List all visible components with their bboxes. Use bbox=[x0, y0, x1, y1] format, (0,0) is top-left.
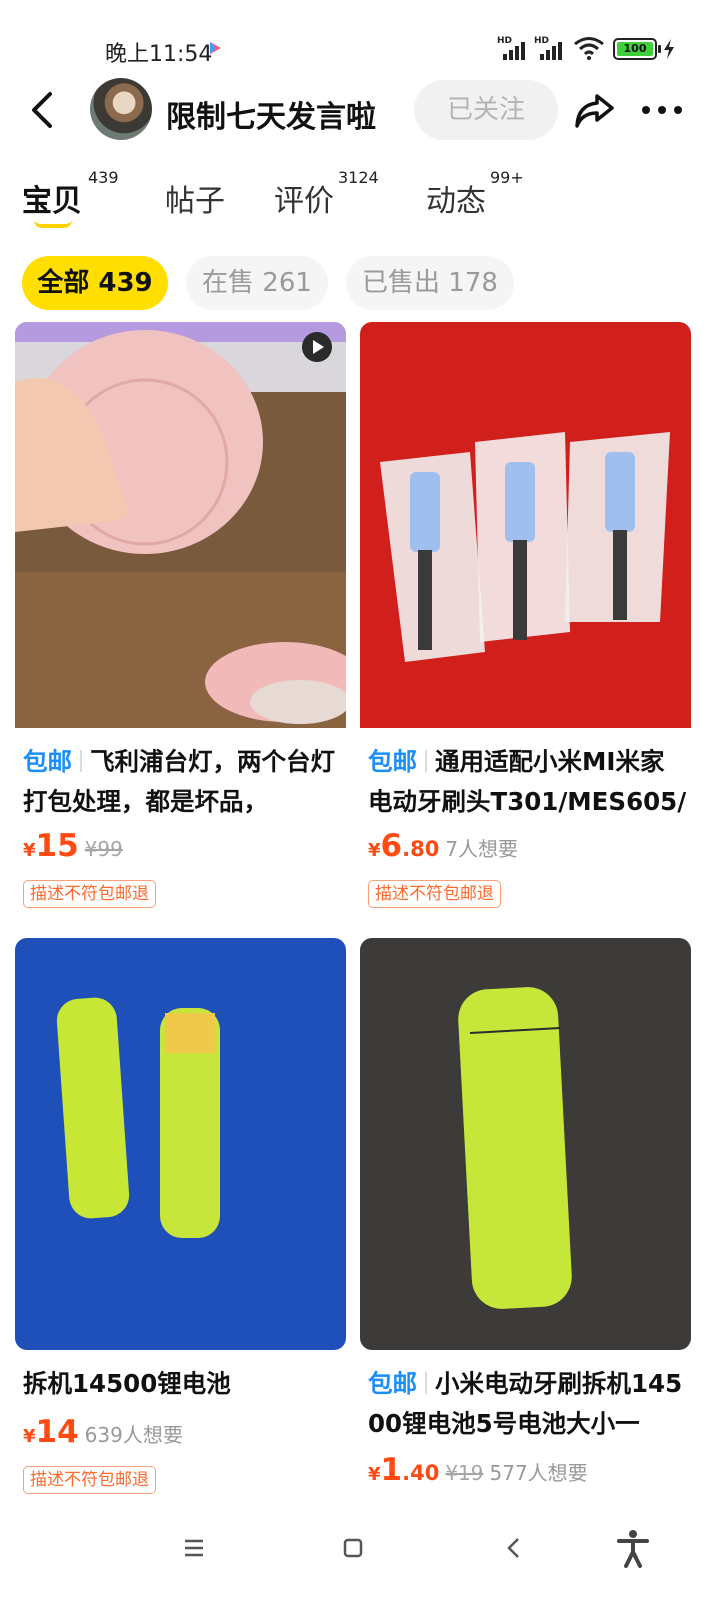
home-icon[interactable] bbox=[331, 1526, 375, 1570]
product-card[interactable]: 包邮 小米电动牙刷拆机14500锂电池5号电池大小一 ¥1.40 ¥19 577人想要 bbox=[360, 938, 691, 1498]
product-card[interactable]: 包邮 飞利浦台灯，两个台灯打包处理，都是坏品， ¥15 ¥99 描述不符包邮退 bbox=[15, 322, 346, 912]
tab-label: 动态 bbox=[426, 184, 486, 219]
price-value: 1 bbox=[380, 1452, 403, 1488]
wants-count: 639人想要 bbox=[84, 1423, 183, 1447]
filter-sold[interactable]: 已售出 178 bbox=[346, 256, 514, 310]
product-title[interactable]: 包邮 飞利浦台灯，两个台灯打包处理，都是坏品， bbox=[23, 742, 343, 822]
price-row: ¥15 ¥99 bbox=[23, 828, 123, 868]
product-image[interactable] bbox=[15, 322, 346, 728]
menu-icon[interactable] bbox=[172, 1526, 216, 1570]
status-time: 晚上11:54 bbox=[105, 42, 213, 67]
tab-activity[interactable]: 动态 99+ bbox=[426, 168, 524, 220]
product-photo bbox=[15, 938, 346, 1350]
product-image[interactable] bbox=[15, 938, 346, 1350]
battery-icon: 100 bbox=[613, 38, 661, 60]
video-play-icon bbox=[302, 332, 332, 362]
product-title[interactable]: 包邮 通用适配小米MI米家电动牙刷头T301/MES605/ bbox=[368, 742, 688, 822]
back-icon[interactable] bbox=[492, 1526, 536, 1570]
shop-header: 限制七天发言啦 已关注 bbox=[0, 78, 720, 144]
product-card[interactable]: 拆机14500锂电池 ¥14 639人想要 描述不符包邮退 bbox=[15, 938, 346, 1498]
price-currency: ¥ bbox=[23, 1426, 36, 1447]
product-photo bbox=[15, 322, 346, 728]
product-title[interactable]: 包邮 小米电动牙刷拆机14500锂电池5号电池大小一 bbox=[368, 1364, 688, 1444]
tab-count: 439 bbox=[88, 168, 119, 187]
return-badge: 描述不符包邮退 bbox=[23, 1466, 156, 1494]
price-currency: ¥ bbox=[368, 1464, 381, 1485]
price-value: 14 bbox=[35, 1414, 79, 1450]
play-icon bbox=[210, 42, 221, 54]
tab-label: 评价 bbox=[274, 184, 334, 219]
filter-on-sale[interactable]: 在售 261 bbox=[186, 256, 328, 310]
tab-posts[interactable]: 帖子 bbox=[165, 176, 225, 220]
tab-reviews[interactable]: 评价 3124 bbox=[274, 168, 379, 220]
free-shipping-tag: 包邮 bbox=[23, 747, 72, 776]
charging-icon bbox=[664, 39, 674, 59]
price-row: ¥1.40 ¥19 577人想要 bbox=[368, 1452, 588, 1492]
return-badge: 描述不符包邮退 bbox=[368, 880, 501, 908]
price-currency: ¥ bbox=[23, 840, 36, 861]
more-icon[interactable] bbox=[640, 98, 684, 122]
tab-count: 3124 bbox=[338, 168, 379, 187]
tab-items[interactable]: 宝贝 439 bbox=[22, 168, 119, 220]
follow-button[interactable]: 已关注 bbox=[414, 80, 558, 140]
price-row: ¥6.80 7人想要 bbox=[368, 828, 518, 868]
tag-divider bbox=[425, 1372, 427, 1394]
product-title-text: 拆机14500锂电池 bbox=[23, 1369, 231, 1398]
original-price: ¥99 bbox=[84, 837, 123, 861]
status-bar: 晚上11:54 HD HD 100 bbox=[0, 0, 720, 80]
product-image[interactable] bbox=[360, 938, 691, 1350]
tag-divider bbox=[80, 750, 82, 772]
original-price: ¥19 bbox=[445, 1461, 484, 1485]
avatar[interactable] bbox=[90, 78, 152, 140]
free-shipping-tag: 包邮 bbox=[368, 1369, 417, 1398]
return-badge: 描述不符包邮退 bbox=[23, 880, 156, 908]
accessibility-icon[interactable] bbox=[611, 1526, 655, 1570]
price-decimal: .40 bbox=[402, 1461, 440, 1485]
battery-level: 100 bbox=[617, 42, 653, 56]
product-photo bbox=[360, 938, 691, 1350]
price-decimal: .80 bbox=[402, 837, 440, 861]
price-value: 15 bbox=[35, 828, 79, 864]
price-value: 6 bbox=[380, 828, 403, 864]
back-icon[interactable] bbox=[26, 88, 62, 132]
wifi-icon bbox=[574, 37, 604, 60]
tab-label: 宝贝 bbox=[22, 184, 82, 219]
shop-name[interactable]: 限制七天发言啦 bbox=[166, 92, 376, 136]
product-image[interactable] bbox=[360, 322, 691, 728]
filter-all[interactable]: 全部 439 bbox=[22, 256, 168, 310]
tab-label: 帖子 bbox=[165, 184, 225, 219]
wants-count: 577人想要 bbox=[489, 1461, 588, 1485]
product-title[interactable]: 拆机14500锂电池 bbox=[23, 1364, 343, 1404]
tab-bar: 宝贝 439 帖子 评价 3124 动态 99+ bbox=[0, 166, 720, 230]
product-card[interactable]: 包邮 通用适配小米MI米家电动牙刷头T301/MES605/ ¥6.80 7人想要 … bbox=[360, 322, 691, 912]
wants-count: 7人想要 bbox=[445, 837, 519, 861]
price-row: ¥14 639人想要 bbox=[23, 1414, 183, 1454]
tab-indicator bbox=[34, 220, 72, 228]
tag-divider bbox=[425, 750, 427, 772]
share-icon[interactable] bbox=[572, 88, 616, 132]
signal-icon: HD bbox=[534, 36, 568, 60]
tab-count: 99+ bbox=[490, 168, 524, 187]
price-currency: ¥ bbox=[368, 840, 381, 861]
signal-icon: HD bbox=[497, 36, 531, 60]
product-photo bbox=[360, 322, 691, 728]
free-shipping-tag: 包邮 bbox=[368, 747, 417, 776]
system-nav-bar bbox=[0, 1500, 720, 1600]
